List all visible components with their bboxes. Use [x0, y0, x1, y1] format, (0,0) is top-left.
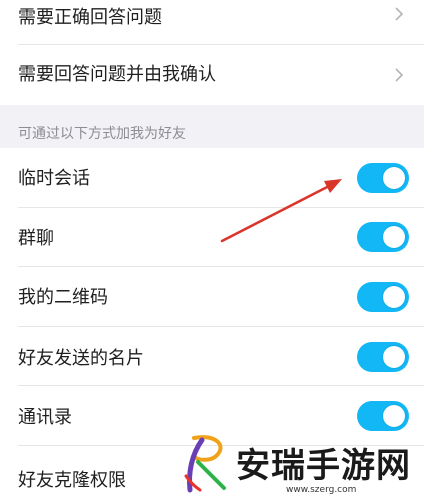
- toggle-knob: [383, 346, 405, 368]
- site-watermark: 安瑞手游网 www.szerg.com: [180, 432, 424, 499]
- site-logo-icon: [184, 435, 226, 493]
- qr-code-toggle[interactable]: [357, 282, 409, 312]
- method-label: 我的二维码: [18, 287, 108, 308]
- section-header-text: 可通过以下方式加我为好友: [18, 126, 186, 142]
- toggle-knob: [383, 405, 405, 427]
- option-row-answer-and-confirm[interactable]: 需要回答问题并由我确认: [0, 45, 424, 105]
- method-row-group-chat: 群聊: [0, 208, 424, 267]
- method-row-temp-chat: 临时会话: [0, 148, 424, 208]
- method-label: 群聊: [18, 228, 54, 249]
- shared-card-toggle[interactable]: [357, 342, 409, 372]
- option-row-answer-correctly[interactable]: 需要正确回答问题: [0, 0, 424, 45]
- method-label: 好友发送的名片: [18, 348, 144, 369]
- method-label: 通讯录: [18, 407, 72, 428]
- chevron-right-icon: [395, 68, 404, 82]
- watermark-url: www.szerg.com: [286, 485, 357, 495]
- chevron-right-icon: [395, 7, 404, 21]
- toggle-knob: [383, 286, 405, 308]
- section-header-bar: 可通过以下方式加我为好友: [0, 105, 424, 148]
- contacts-toggle[interactable]: [357, 401, 409, 431]
- option-label: 需要回答问题并由我确认: [18, 64, 216, 85]
- option-label: 需要正确回答问题: [18, 7, 162, 28]
- toggle-knob: [383, 226, 405, 248]
- toggle-knob: [383, 167, 405, 189]
- watermark-title: 安瑞手游网: [236, 446, 411, 486]
- method-row-shared-card: 好友发送的名片: [0, 327, 424, 386]
- method-label: 好友克隆权限: [18, 470, 126, 491]
- group-chat-toggle[interactable]: [357, 222, 409, 252]
- temp-chat-toggle[interactable]: [357, 163, 409, 193]
- method-label: 临时会话: [18, 168, 90, 189]
- method-row-qr-code: 我的二维码: [0, 267, 424, 327]
